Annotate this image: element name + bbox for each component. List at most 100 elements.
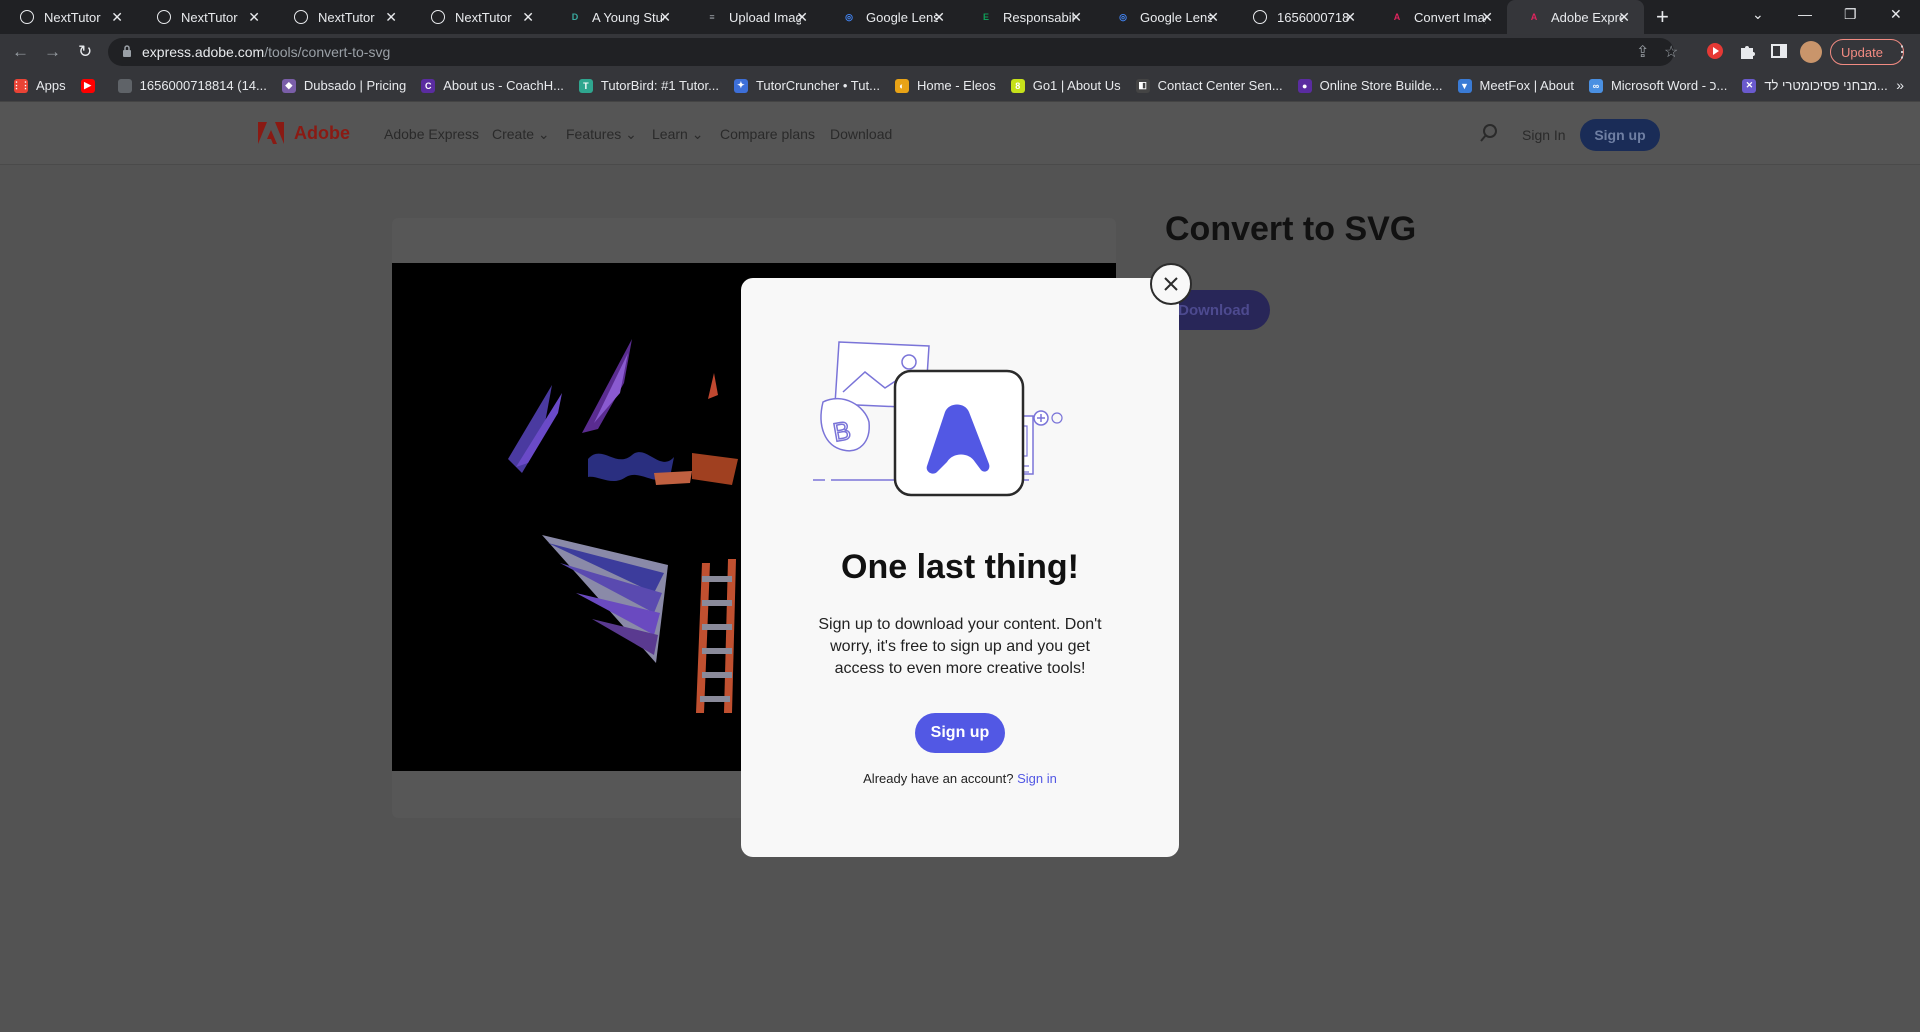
download-label: Download bbox=[1178, 301, 1250, 319]
link-icon: ∞ bbox=[1588, 78, 1603, 93]
nav-features[interactable]: Features ⌄ bbox=[566, 126, 637, 143]
bookmark-label: TutorBird: #1 Tutor... bbox=[600, 78, 719, 93]
url-text: express.adobe.com/tools/convert-to-svg bbox=[142, 44, 390, 60]
tab-close-icon[interactable]: ✕ bbox=[659, 9, 671, 26]
bookmark-item[interactable]: C About us - CoachH... bbox=[421, 78, 564, 93]
browser-tab[interactable]: 16560007188 ✕ bbox=[1233, 0, 1370, 34]
minimize-icon[interactable]: — bbox=[1798, 6, 1812, 22]
modal-signin-link[interactable]: Sign in bbox=[1017, 771, 1057, 786]
tab-close-icon[interactable]: ✕ bbox=[111, 9, 123, 26]
bookmark-item[interactable]: ⋮⋮ Apps bbox=[12, 78, 66, 93]
sign-in-link[interactable]: Sign In bbox=[1522, 127, 1566, 143]
tab-close-icon[interactable]: ✕ bbox=[796, 9, 808, 26]
reload-icon[interactable]: ↻ bbox=[78, 42, 92, 62]
share-icon[interactable]: ⇪ bbox=[1636, 42, 1649, 62]
browser-toolbar: ← → ↻ express.adobe.com/tools/convert-to… bbox=[0, 34, 1920, 70]
modal-signup-button[interactable]: Sign up bbox=[915, 713, 1005, 753]
bookmark-item[interactable]: ● Online Store Builde... bbox=[1297, 78, 1443, 93]
adobe-brand-text: Adobe bbox=[294, 122, 350, 143]
forward-icon[interactable]: → bbox=[44, 42, 61, 62]
browser-tab[interactable]: A Convert Imag ✕ bbox=[1370, 0, 1507, 34]
youtube-icon: ▶ bbox=[80, 78, 95, 93]
tab-search-icon[interactable]: ⌄ bbox=[1752, 6, 1764, 23]
d-icon: D bbox=[571, 12, 579, 22]
lock-icon[interactable] bbox=[122, 44, 132, 58]
modal-body-text: Sign up to download your content. Don't … bbox=[818, 616, 1102, 677]
tutorbird-icon: T bbox=[578, 78, 593, 93]
bookmarks-list: ⋮⋮ Apps ▶ 1656000718814 (14... ◆ Dubsado | Pr… bbox=[12, 78, 1903, 93]
url-path: /tools/convert-to-svg bbox=[264, 44, 391, 60]
adobe-logo[interactable]: Adobe bbox=[258, 122, 350, 144]
browser-tab[interactable]: ≡ Upload Image✕ bbox=[685, 0, 822, 34]
adobe-express-icon: A bbox=[1530, 12, 1538, 22]
meetfox-icon: ▼ bbox=[1457, 78, 1472, 93]
bookmark-item[interactable]: ✦ TutorCruncher • Tut... bbox=[733, 78, 880, 93]
tab-close-icon[interactable]: ✕ bbox=[248, 9, 260, 26]
bookmark-item[interactable]: ✕ מבחני פסיכומטרי לד... bbox=[1742, 78, 1888, 93]
dubsado-icon: ◆ bbox=[281, 78, 296, 93]
side-panel-icon[interactable] bbox=[1770, 42, 1788, 60]
modal-close-button[interactable] bbox=[1150, 263, 1192, 305]
chevron-down-icon: ⌄ bbox=[691, 126, 704, 142]
adobe-express-icon: A bbox=[1393, 12, 1401, 22]
contact-center-icon: ◧ bbox=[1135, 78, 1150, 93]
new-tab-icon[interactable]: + bbox=[1656, 4, 1669, 30]
adobe-logo-icon bbox=[258, 122, 284, 144]
tab-close-icon[interactable]: ✕ bbox=[1618, 9, 1630, 26]
window-close-icon[interactable]: ✕ bbox=[1890, 6, 1902, 23]
restore-icon[interactable]: ❐ bbox=[1844, 6, 1857, 23]
tab-close-icon[interactable]: ✕ bbox=[1207, 9, 1219, 26]
extensions-puzzle-icon[interactable] bbox=[1738, 42, 1756, 60]
bookmark-item[interactable]: 1656000718814 (14... bbox=[117, 78, 267, 93]
tab-close-icon[interactable]: ✕ bbox=[1344, 9, 1356, 26]
tab-title: NextTutor bbox=[44, 9, 101, 25]
search-icon[interactable] bbox=[1480, 124, 1498, 142]
tab-close-icon[interactable]: ✕ bbox=[1481, 9, 1493, 26]
browser-tab[interactable]: ◎ Google Lens ✕ bbox=[822, 0, 959, 34]
browser-tab[interactable]: NextTutor ✕ bbox=[411, 0, 548, 34]
profile-avatar[interactable] bbox=[1800, 41, 1822, 63]
bookmark-item[interactable]: ▼ MeetFox | About bbox=[1457, 78, 1574, 93]
bookmark-item[interactable]: ▶ bbox=[80, 78, 103, 93]
bookmark-item[interactable]: ◐ Home - Eleos bbox=[894, 78, 996, 93]
tab-close-icon[interactable]: ✕ bbox=[522, 9, 534, 26]
eleos-icon: ◐ bbox=[894, 78, 909, 93]
bookmark-item[interactable]: T TutorBird: #1 Tutor... bbox=[578, 78, 719, 93]
browser-tab[interactable]: D A Young Stud ✕ bbox=[548, 0, 685, 34]
nav-learn[interactable]: Learn ⌄ bbox=[652, 126, 703, 143]
bookmark-item[interactable]: ◧ Contact Center Sen... bbox=[1135, 78, 1283, 93]
nav-compare-plans[interactable]: Compare plans bbox=[720, 126, 815, 142]
browser-tab[interactable]: NextTutor ✕ bbox=[274, 0, 411, 34]
bookmark-item[interactable]: ∞ Microsoft Word - כ... bbox=[1588, 78, 1727, 93]
apps-grid-icon: ⋮⋮ bbox=[12, 78, 30, 93]
tab-title: Google Lens bbox=[1140, 9, 1212, 25]
nav-download[interactable]: Download bbox=[830, 126, 892, 142]
header-signup-button[interactable]: Sign up bbox=[1580, 119, 1660, 151]
browser-tab[interactable]: A Adobe Expres✕ bbox=[1507, 0, 1644, 34]
tab-title: 16560007188 bbox=[1277, 9, 1349, 25]
nav-create[interactable]: Create ⌄ bbox=[492, 126, 550, 143]
go1-icon: 8 bbox=[1010, 78, 1025, 93]
coachhub-icon: C bbox=[421, 78, 436, 93]
browser-tab[interactable]: NextTutor ✕ bbox=[0, 0, 137, 34]
tab-close-icon[interactable]: ✕ bbox=[1070, 9, 1082, 26]
browser-tab[interactable]: NextTutor ✕ bbox=[137, 0, 274, 34]
recorder-extension-icon[interactable] bbox=[1706, 42, 1724, 60]
browser-tab[interactable]: E Responsabilid✕ bbox=[959, 0, 1096, 34]
chrome-menu-icon[interactable]: ⋮ bbox=[1894, 42, 1910, 62]
bookmark-item[interactable]: ◆ Dubsado | Pricing bbox=[281, 78, 407, 93]
update-button[interactable]: Update bbox=[1830, 39, 1904, 65]
tab-title: NextTutor bbox=[318, 9, 375, 25]
bookmark-star-icon[interactable]: ☆ bbox=[1664, 42, 1678, 62]
back-icon[interactable]: ← bbox=[12, 42, 29, 62]
browser-tab[interactable]: ◎ Google Lens ✕ bbox=[1096, 0, 1233, 34]
bookmark-label: TutorCruncher • Tut... bbox=[755, 78, 880, 93]
nav-adobe-express[interactable]: Adobe Express bbox=[384, 126, 479, 142]
tab-close-icon[interactable]: ✕ bbox=[933, 9, 945, 26]
bookmark-item[interactable]: 8 Go1 | About Us bbox=[1010, 78, 1121, 93]
address-bar[interactable]: express.adobe.com/tools/convert-to-svg ⇪… bbox=[108, 38, 1678, 66]
bookmark-label: Dubsado | Pricing bbox=[303, 78, 407, 93]
bookmarks-overflow-icon[interactable]: » bbox=[1896, 77, 1904, 93]
bookmarks-bar: ⋮⋮ Apps ▶ 1656000718814 (14... ◆ Dubsado | Pr… bbox=[0, 70, 1920, 102]
tab-close-icon[interactable]: ✕ bbox=[385, 9, 397, 26]
